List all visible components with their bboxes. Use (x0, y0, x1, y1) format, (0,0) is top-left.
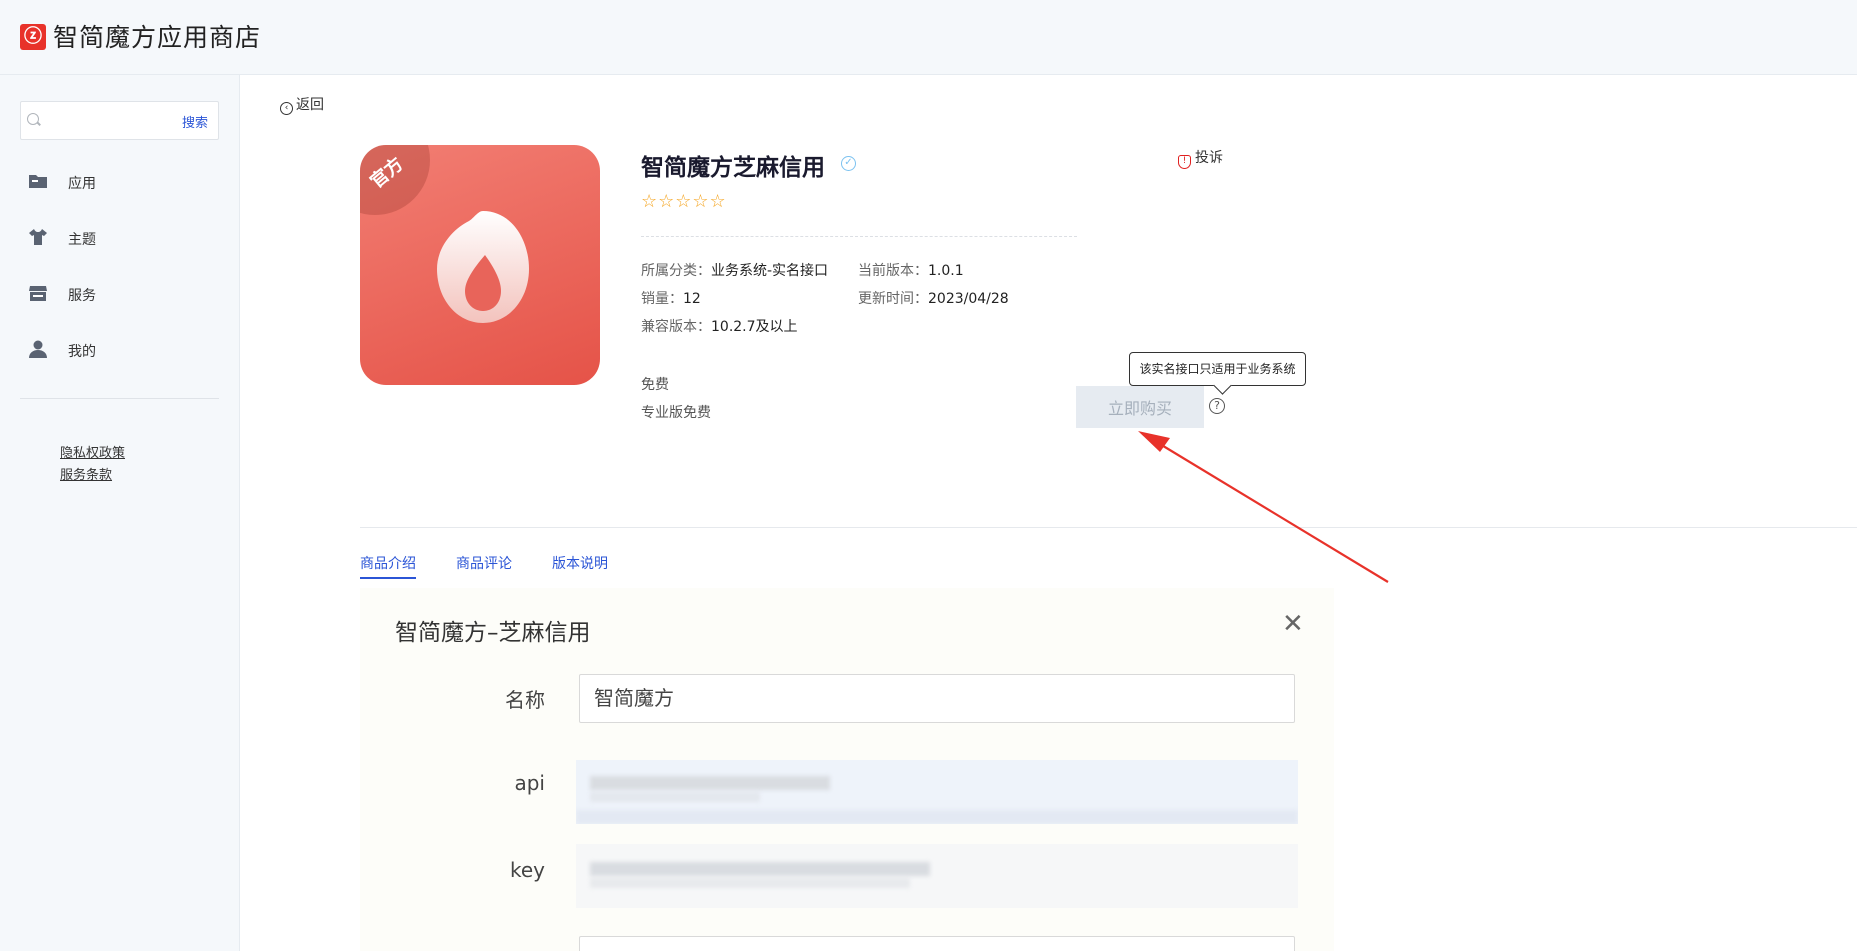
sesame-drop-icon (437, 211, 529, 323)
sales-value: 12 (683, 291, 701, 307)
app-title: 智简魔方应用商店 (53, 23, 262, 52)
tab-product-intro[interactable]: 商品介绍 (360, 553, 416, 579)
report-button[interactable]: ! 投诉 (1178, 147, 1223, 169)
search-box: 搜索 (20, 101, 219, 140)
shirt-icon (29, 229, 47, 245)
intro-screenshot: 智简魔方–芝麻信用 ✕ 名称 智简魔方 api key (360, 588, 1334, 951)
category-value: 业务系统-实名接口 (711, 263, 829, 279)
back-arrow-icon: ‹ (280, 102, 293, 115)
sidebar-item-services[interactable]: 服务 (28, 282, 208, 306)
search-icon (27, 113, 39, 125)
verified-icon: ✓ (841, 156, 856, 171)
key-field-blurred (576, 844, 1298, 908)
privacy-policy-link[interactable]: 隐私权政策 (60, 442, 125, 461)
sidebar-item-mine[interactable]: 我的 (28, 338, 208, 362)
updated-meta: 更新时间：2023/04/28 (858, 288, 1009, 308)
info-divider (641, 236, 1077, 237)
updated-value: 2023/04/28 (928, 291, 1009, 307)
terms-of-service-link[interactable]: 服务条款 (60, 464, 112, 483)
back-button[interactable]: ‹ 返回 (280, 94, 324, 115)
price-free: 免费 (641, 377, 669, 393)
section-divider (360, 527, 1857, 528)
user-icon (29, 340, 47, 358)
price-pro: 专业版免费 (641, 405, 711, 421)
sidebar-item-label: 我的 (68, 344, 96, 360)
version-meta: 当前版本：1.0.1 (858, 260, 964, 280)
dialog-title: 智简魔方–芝麻信用 (395, 620, 591, 646)
close-icon: ✕ (1282, 609, 1304, 639)
buy-tooltip: 该实名接口只适用于业务系统 (1129, 352, 1306, 386)
api-field-blurred (576, 760, 1298, 824)
category-label: 所属分类： (641, 263, 711, 279)
store-icon (29, 286, 47, 301)
product-title: 智简魔方芝麻信用 (641, 155, 825, 181)
extra-field-cutoff (579, 936, 1295, 951)
logo-icon: ⓩ (20, 24, 46, 50)
sidebar-item-label: 主题 (68, 232, 96, 248)
name-field-label: 名称 (505, 688, 545, 712)
category-meta: 所属分类：业务系统-实名接口 (641, 260, 828, 280)
sales-label: 销量： (641, 291, 683, 307)
shield-alert-icon: ! (1178, 155, 1191, 169)
compat-value: 10.2.7及以上 (711, 319, 798, 335)
buy-now-button[interactable]: 立即购买 (1076, 386, 1204, 428)
tab-product-reviews[interactable]: 商品评论 (456, 553, 512, 577)
sidebar-item-themes[interactable]: 主题 (28, 226, 208, 250)
key-field-label: key (509, 858, 545, 882)
back-label: 返回 (296, 97, 324, 113)
report-label: 投诉 (1195, 150, 1223, 166)
folder-icon (29, 175, 47, 188)
compat-meta: 兼容版本：10.2.7及以上 (641, 316, 798, 336)
sidebar-divider (20, 398, 219, 399)
app-icon: 官方 (360, 145, 600, 385)
sidebar-item-apps[interactable]: 应用 (28, 170, 208, 194)
compat-label: 兼容版本： (641, 319, 711, 335)
api-field-label: api (514, 771, 545, 795)
tab-version-notes[interactable]: 版本说明 (552, 553, 608, 577)
search-button[interactable]: 搜索 (182, 112, 208, 131)
updated-label: 更新时间： (858, 291, 928, 307)
help-icon[interactable]: ? (1209, 398, 1225, 414)
version-label: 当前版本： (858, 263, 928, 279)
version-value: 1.0.1 (928, 263, 964, 279)
search-input[interactable] (45, 110, 175, 132)
sales-meta: 销量：12 (641, 288, 701, 308)
top-bar: ⓩ 智简魔方应用商店 (0, 0, 1857, 75)
name-field: 智简魔方 (579, 674, 1295, 723)
sidebar: 搜索 应用 主题 服务 我的 隐私权政策 服务条款 (0, 75, 240, 951)
sidebar-item-label: 服务 (68, 288, 96, 304)
sidebar-item-label: 应用 (68, 176, 96, 192)
rating-stars: ☆☆☆☆☆ (641, 191, 727, 212)
